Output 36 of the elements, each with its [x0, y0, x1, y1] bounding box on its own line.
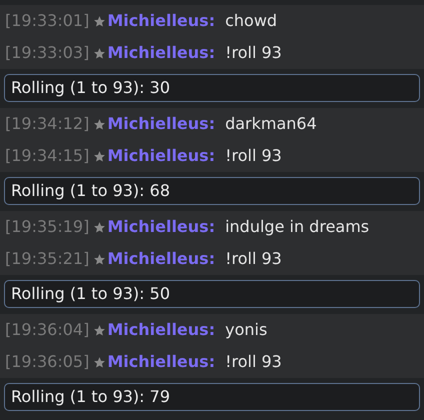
star-icon — [93, 252, 106, 266]
username: Michielleus: — [107, 10, 216, 32]
timestamp: [19:34:12] — [5, 113, 90, 135]
roll-result: Rolling (1 to 93): 68 — [4, 177, 420, 205]
star-icon — [93, 220, 106, 234]
username: Michielleus: — [107, 216, 216, 238]
message-text: !roll 93 — [225, 248, 282, 270]
message-text: !roll 93 — [225, 351, 282, 373]
username: Michielleus: — [107, 145, 216, 167]
star-icon — [93, 14, 106, 28]
username: Michielleus: — [107, 42, 216, 64]
roll-result: Rolling (1 to 93): 50 — [4, 280, 420, 308]
timestamp: [19:35:21] — [5, 248, 90, 270]
timestamp: [19:36:05] — [5, 351, 90, 373]
message-text: !roll 93 — [225, 42, 282, 64]
timestamp: [19:34:15] — [5, 145, 90, 167]
message-text: chowd — [225, 10, 278, 32]
star-icon — [93, 118, 106, 130]
username: Michielleus: — [107, 319, 216, 341]
roll-result: Rolling (1 to 93): 30 — [4, 74, 420, 102]
username: Michielleus: — [107, 351, 216, 373]
star-icon — [93, 150, 106, 162]
message-text: !roll 93 — [225, 145, 282, 167]
timestamp: [19:33:03] — [5, 42, 90, 64]
username: Michielleus: — [107, 248, 216, 270]
message-text: darkman64 — [225, 113, 317, 135]
message-text: yonis — [225, 319, 268, 341]
roll-result: Rolling (1 to 93): 79 — [4, 383, 420, 411]
star-icon — [93, 324, 106, 336]
message-text: indulge in dreams — [225, 216, 370, 238]
username: Michielleus: — [107, 113, 216, 135]
timestamp: [19:33:01] — [5, 10, 90, 32]
star-icon — [93, 356, 106, 368]
timestamp: [19:35:19] — [5, 216, 90, 238]
star-icon — [93, 46, 106, 60]
timestamp: [19:36:04] — [5, 319, 90, 341]
